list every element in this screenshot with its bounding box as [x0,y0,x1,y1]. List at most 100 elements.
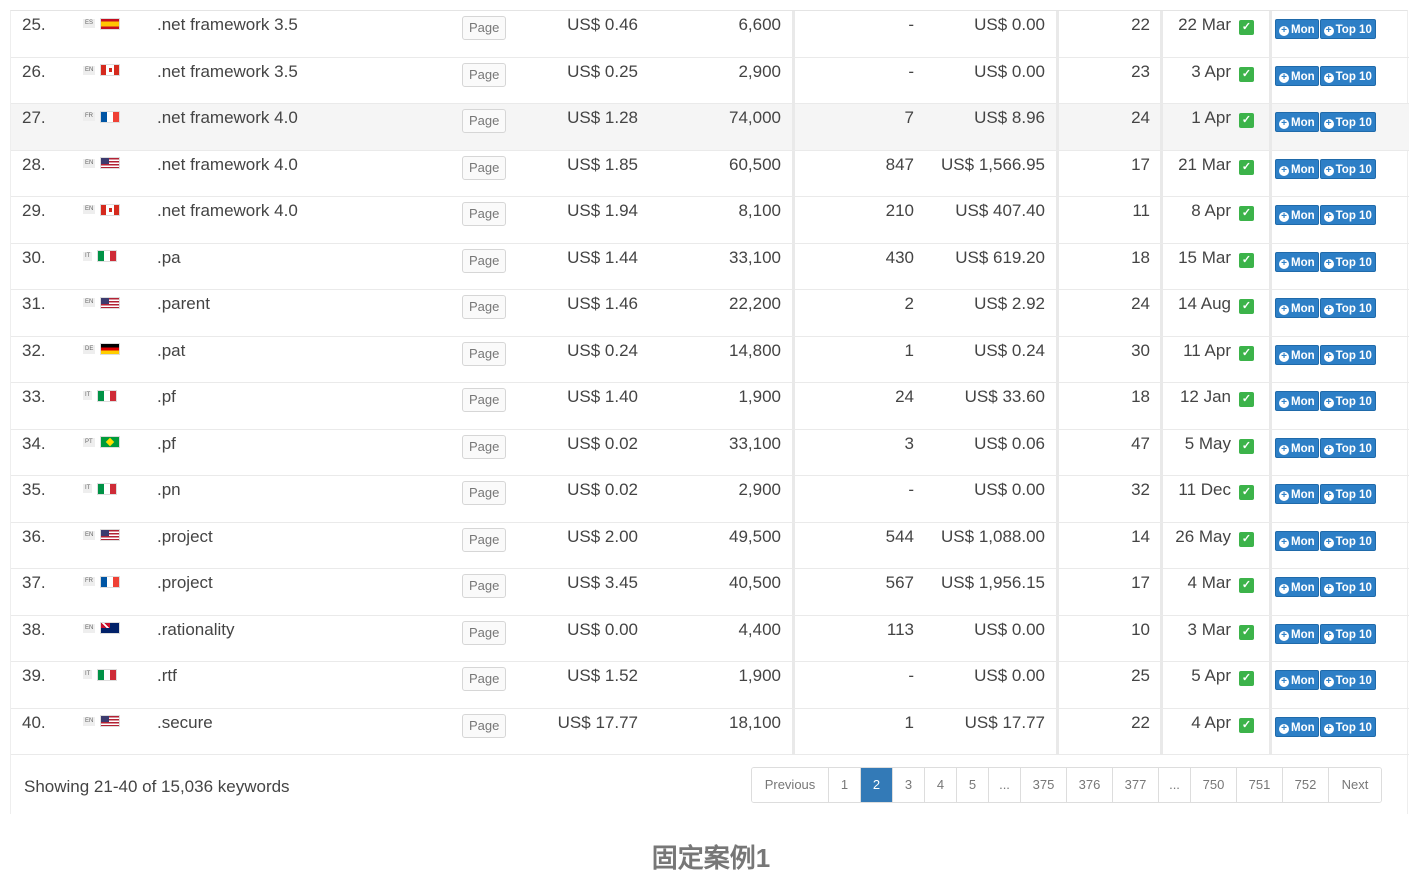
plus-icon: + [1323,677,1334,687]
date: 5 May [1184,433,1231,453]
add-top10-button[interactable]: + Top 10 [1319,19,1376,39]
column-divider [1269,429,1272,476]
cpc: US$ 1.40 [567,387,638,406]
table-row: 31. EN .parent Page US$ 1.46 22,200 2 US$ 2.92 2… [11,290,1409,337]
add-top10-button[interactable]: + Top 10 [1319,391,1376,411]
add-monitor-button[interactable]: + Mon [1275,344,1319,365]
figure-caption: 固定案例1 [651,843,771,873]
add-monitor-button[interactable]: + Mon [1275,158,1319,179]
plus-icon: + [1323,491,1334,501]
language: IT [83,244,133,290]
add-top10-button[interactable]: + Top 10 [1319,530,1376,551]
column-divider [1160,197,1163,243]
add-top10-button[interactable]: + Top 10 [1319,484,1376,504]
language-code: EN [83,205,96,215]
add-top10-button[interactable]: + Top 10 [1319,112,1376,132]
pagination-next[interactable]: Next [1329,768,1381,802]
pagination-page[interactable]: 751 [1237,768,1283,802]
pagination-page[interactable]: 752 [1283,768,1329,802]
add-monitor-button[interactable]: + Mon [1275,484,1319,504]
add-top10-button[interactable]: + Top 10 [1319,577,1376,597]
cpc: US$ 0.46 [567,15,638,34]
search-volume: 8,100 [738,201,781,220]
add-monitor-button[interactable]: + Mon [1275,112,1319,132]
column-divider [792,150,795,197]
column-divider [792,708,795,755]
cpc: US$ 17.77 [557,712,638,732]
add-monitor-button[interactable]: + Mon [1275,437,1319,458]
mon-label: Mon [1291,303,1315,315]
table-row: 32. DE .pat Page US$ 0.24 14,800 1 US$ 0.24 30 11… [11,336,1409,383]
checkmark-icon: ✓ [1239,392,1254,407]
pagination-page[interactable]: 1 [829,768,861,802]
add-top10-button[interactable]: + Top 10 [1319,298,1376,318]
add-top10-button[interactable]: + Top 10 [1319,670,1376,690]
column-divider [1056,104,1059,150]
keyword: .secure [157,712,213,732]
add-monitor-button[interactable]: + Mon [1275,577,1319,597]
pagination-page[interactable]: 376 [1067,768,1113,802]
add-top10-button[interactable]: + Top 10 [1319,205,1376,225]
search-volume: 2,900 [738,61,781,81]
mon-label: Mon [1291,24,1315,36]
top10-label: Top 10 [1335,256,1372,269]
table-row: 39. IT .rtf Page US$ 1.52 1,900 - US$ 0.00 25 5 A… [11,662,1409,709]
keyword: .pf [157,387,176,406]
status: ✓ [1239,290,1259,336]
cpc: US$ 2.00 [567,526,638,546]
pagination-previous[interactable]: Previous [752,768,829,802]
add-monitor-button[interactable]: + Mon [1275,19,1319,39]
add-monitor-button[interactable]: + Mon [1275,623,1319,644]
date: 3 Mar [1187,619,1231,639]
add-monitor-button[interactable]: + Mon [1275,530,1319,551]
pagination-page[interactable]: 377 [1113,768,1159,802]
add-top10-button[interactable]: + Top 10 [1319,158,1376,179]
add-top10-button[interactable]: + Top 10 [1319,65,1376,86]
value: US$ 17.77 [964,712,1045,732]
add-top10-button[interactable]: + Top 10 [1319,716,1376,737]
pagination-page[interactable]: 2 [861,768,893,802]
pagination-page[interactable]: 4 [925,768,957,802]
row-number: 37. [22,573,46,592]
add-monitor-button[interactable]: + Mon [1275,65,1319,86]
column-divider [1160,11,1163,57]
column-divider [1160,522,1163,569]
plus-icon: + [1279,119,1289,129]
pagination-page[interactable]: 750 [1191,768,1237,802]
pagination-ellipsis: ... [989,768,1021,802]
search-volume: 22,200 [729,294,781,313]
actions: + Mon + Top 10 [1275,709,1405,755]
add-monitor-button[interactable]: + Mon [1275,391,1319,411]
checkmark-icon: ✓ [1239,113,1254,128]
plus-icon: + [1279,72,1289,83]
pagination-page[interactable]: 3 [893,768,925,802]
checkmark-icon: ✓ [1239,531,1254,547]
add-monitor-button[interactable]: + Mon [1275,716,1319,737]
plus-icon: + [1323,212,1334,222]
row-number: 36. [22,526,46,546]
add-monitor-button[interactable]: + Mon [1275,670,1319,690]
language: IT [83,383,133,429]
language: EN [83,58,133,104]
add-top10-button[interactable]: + Top 10 [1319,251,1376,272]
search-volume: 1,900 [738,666,781,685]
add-top10-button[interactable]: + Top 10 [1319,623,1376,644]
column-divider [1269,662,1272,708]
date: 1 Apr [1191,108,1231,127]
row-number: 35. [22,480,46,499]
cpc: US$ 1.94 [567,201,638,220]
page-badge: Page [462,620,507,645]
row-number: 30. [22,247,46,267]
column-divider [1056,522,1059,569]
add-top10-button[interactable]: + Top 10 [1319,344,1376,365]
pagination-page[interactable]: 375 [1021,768,1067,802]
add-top10-button[interactable]: + Top 10 [1319,437,1376,458]
add-monitor-button[interactable]: + Mon [1275,205,1319,225]
add-monitor-button[interactable]: + Mon [1275,298,1319,318]
add-monitor-button[interactable]: + Mon [1275,251,1319,272]
pagination-page[interactable]: 5 [957,768,989,802]
type: Page [462,709,508,755]
table-row: 35. IT .pn Page US$ 0.02 2,900 - US$ 0.00 32 11 D… [11,476,1409,523]
column-divider [1269,104,1272,150]
keyword: .project [157,526,213,546]
